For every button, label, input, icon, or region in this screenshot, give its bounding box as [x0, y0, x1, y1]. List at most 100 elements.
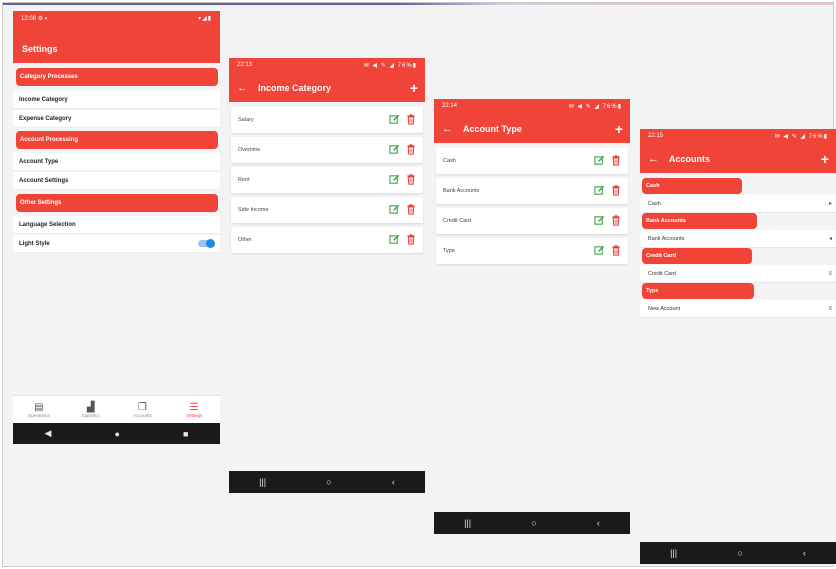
account-action-icon[interactable]: ≡ [828, 271, 832, 277]
edit-icon[interactable] [389, 174, 400, 187]
list-item[interactable]: Other [231, 227, 423, 253]
list-item[interactable]: Cash [436, 148, 628, 174]
trash-icon[interactable] [406, 203, 416, 217]
nav-operations[interactable]: ▤ Operations [13, 396, 65, 423]
recent-nav-button[interactable]: ||| [464, 518, 471, 528]
system-navigation-bar: ||| ○ ‹ [434, 512, 630, 534]
light-style-label: Light Style [19, 240, 50, 247]
back-arrow-icon[interactable]: ← [442, 123, 453, 135]
status-bar: 22:15 ✉ ◀ ✎ ◢ 76%▮ [640, 129, 836, 143]
edit-icon[interactable] [389, 114, 400, 127]
book-icon: ▤ [34, 401, 44, 413]
status-icons: ▾◢▮ [198, 15, 212, 22]
page-title: Account Type [463, 124, 522, 134]
list-item[interactable]: Rent [231, 167, 423, 193]
settings-row-account-type[interactable]: Account Type [13, 153, 220, 171]
trash-icon[interactable] [611, 214, 621, 228]
back-nav-button[interactable]: ◀ [45, 428, 52, 439]
status-time: 22:13 [237, 62, 253, 68]
settings-header: 12:08 ⚙ ◐ ▾◢▮ Settings [13, 11, 220, 63]
trash-icon[interactable] [611, 244, 621, 258]
recent-nav-button[interactable]: ■ [183, 429, 188, 439]
list-item[interactable]: Bank Accounts [436, 178, 628, 204]
list-item-label: Overtime [238, 147, 261, 153]
edit-icon[interactable] [594, 185, 605, 198]
account-action-icon[interactable]: ◂ [829, 235, 832, 242]
top-accent-line [3, 3, 833, 5]
settings-row-expense-category[interactable]: Expense Category [13, 110, 220, 128]
status-bar: 22:13 ✉ ◀ ✎ ◢ 76%▮ [229, 58, 425, 72]
back-arrow-icon[interactable]: ← [237, 82, 248, 94]
back-nav-button[interactable]: ‹ [803, 548, 806, 558]
back-nav-button[interactable]: ‹ [597, 518, 600, 528]
account-type-header: 22:14 ✉ ◀ ✎ ◢ 76%▮ ← Account Type + [434, 99, 630, 143]
account-row[interactable]: New Account ≡ [640, 300, 836, 318]
section-header-other: Other Settings [16, 194, 218, 212]
edit-icon[interactable] [389, 234, 400, 247]
account-row[interactable]: Credit Card ≡ [640, 265, 836, 283]
settings-row-language[interactable]: Language Selection [13, 216, 220, 234]
home-nav-button[interactable]: ○ [737, 548, 742, 558]
home-nav-button[interactable]: ○ [326, 477, 331, 487]
list-item-label: Rent [238, 177, 250, 183]
edit-icon[interactable] [389, 144, 400, 157]
edit-icon[interactable] [389, 204, 400, 217]
list-item[interactable]: Side Income [231, 197, 423, 223]
account-action-icon[interactable]: ≡ [828, 306, 832, 312]
account-type-screen: 22:14 ✉ ◀ ✎ ◢ 76%▮ ← Account Type + Cash… [434, 99, 630, 534]
home-nav-button[interactable]: ○ [531, 518, 536, 528]
trash-icon[interactable] [611, 184, 621, 198]
nav-accounts[interactable]: ❐ Accounts [117, 396, 169, 423]
nav-label: Settings [185, 412, 203, 418]
account-row[interactable]: Bank Accounts ◂ [640, 230, 836, 248]
status-time: 22:15 [648, 133, 664, 139]
account-group-header: Credit Card [642, 248, 752, 264]
bar-chart-icon: ▟ [86, 401, 95, 413]
list-item-label: Other [238, 237, 252, 243]
status-icons: ✉ ◀ ✎ ◢ 76%▮ [363, 62, 417, 69]
account-row[interactable]: Cash ▸ [640, 195, 836, 213]
back-nav-button[interactable]: ‹ [392, 477, 395, 487]
edit-icon[interactable] [594, 245, 605, 258]
trash-icon[interactable] [406, 113, 416, 127]
nav-label: Accounts [133, 412, 152, 418]
accounts-screen: 22:15 ✉ ◀ ✎ ◢ 76%▮ ← Accounts + Cash Cash… [640, 129, 836, 564]
cards-icon: ❐ [137, 401, 147, 413]
nav-label: Statistics [81, 412, 100, 418]
account-group-header: Cash [642, 178, 742, 194]
list-item-label: Salary [238, 117, 254, 123]
settings-row-income-category[interactable]: Income Category [13, 91, 220, 109]
trash-icon[interactable] [406, 173, 416, 187]
list-item-label: Type [443, 248, 455, 254]
add-icon[interactable]: + [410, 80, 418, 96]
system-navigation-bar: ||| ○ ‹ [640, 542, 836, 564]
nav-statistics[interactable]: ▟ Statistics [65, 396, 117, 423]
trash-icon[interactable] [611, 154, 621, 168]
list-item[interactable]: Salary [231, 107, 423, 133]
settings-list-icon: ☰ [189, 401, 199, 413]
add-icon[interactable]: + [821, 151, 829, 167]
trash-icon[interactable] [406, 233, 416, 247]
nav-settings[interactable]: ☰ Settings [168, 396, 220, 423]
back-arrow-icon[interactable]: ← [648, 153, 659, 165]
list-item[interactable]: Type [436, 238, 628, 264]
edit-icon[interactable] [594, 155, 605, 168]
list-item-label: Cash [443, 158, 456, 164]
recent-nav-button[interactable]: ||| [259, 477, 266, 487]
list-item[interactable]: Credit Card [436, 208, 628, 234]
list-item[interactable]: Overtime [231, 137, 423, 163]
add-icon[interactable]: + [615, 121, 623, 137]
light-style-toggle[interactable] [198, 239, 215, 248]
recent-nav-button[interactable]: ||| [670, 548, 677, 558]
edit-icon[interactable] [594, 215, 605, 228]
home-nav-button[interactable]: ● [115, 429, 120, 439]
account-action-icon[interactable]: ▸ [829, 200, 832, 207]
settings-row-account-settings[interactable]: Account Settings [13, 172, 220, 190]
list-item-label: Side Income [238, 207, 269, 213]
trash-icon[interactable] [406, 143, 416, 157]
toggle-knob [206, 239, 215, 248]
account-group-header: Type [642, 283, 754, 299]
settings-row-light-style[interactable]: Light Style [13, 235, 220, 253]
page-title: Income Category [258, 83, 332, 93]
list-item-label: Credit Card [443, 218, 472, 224]
